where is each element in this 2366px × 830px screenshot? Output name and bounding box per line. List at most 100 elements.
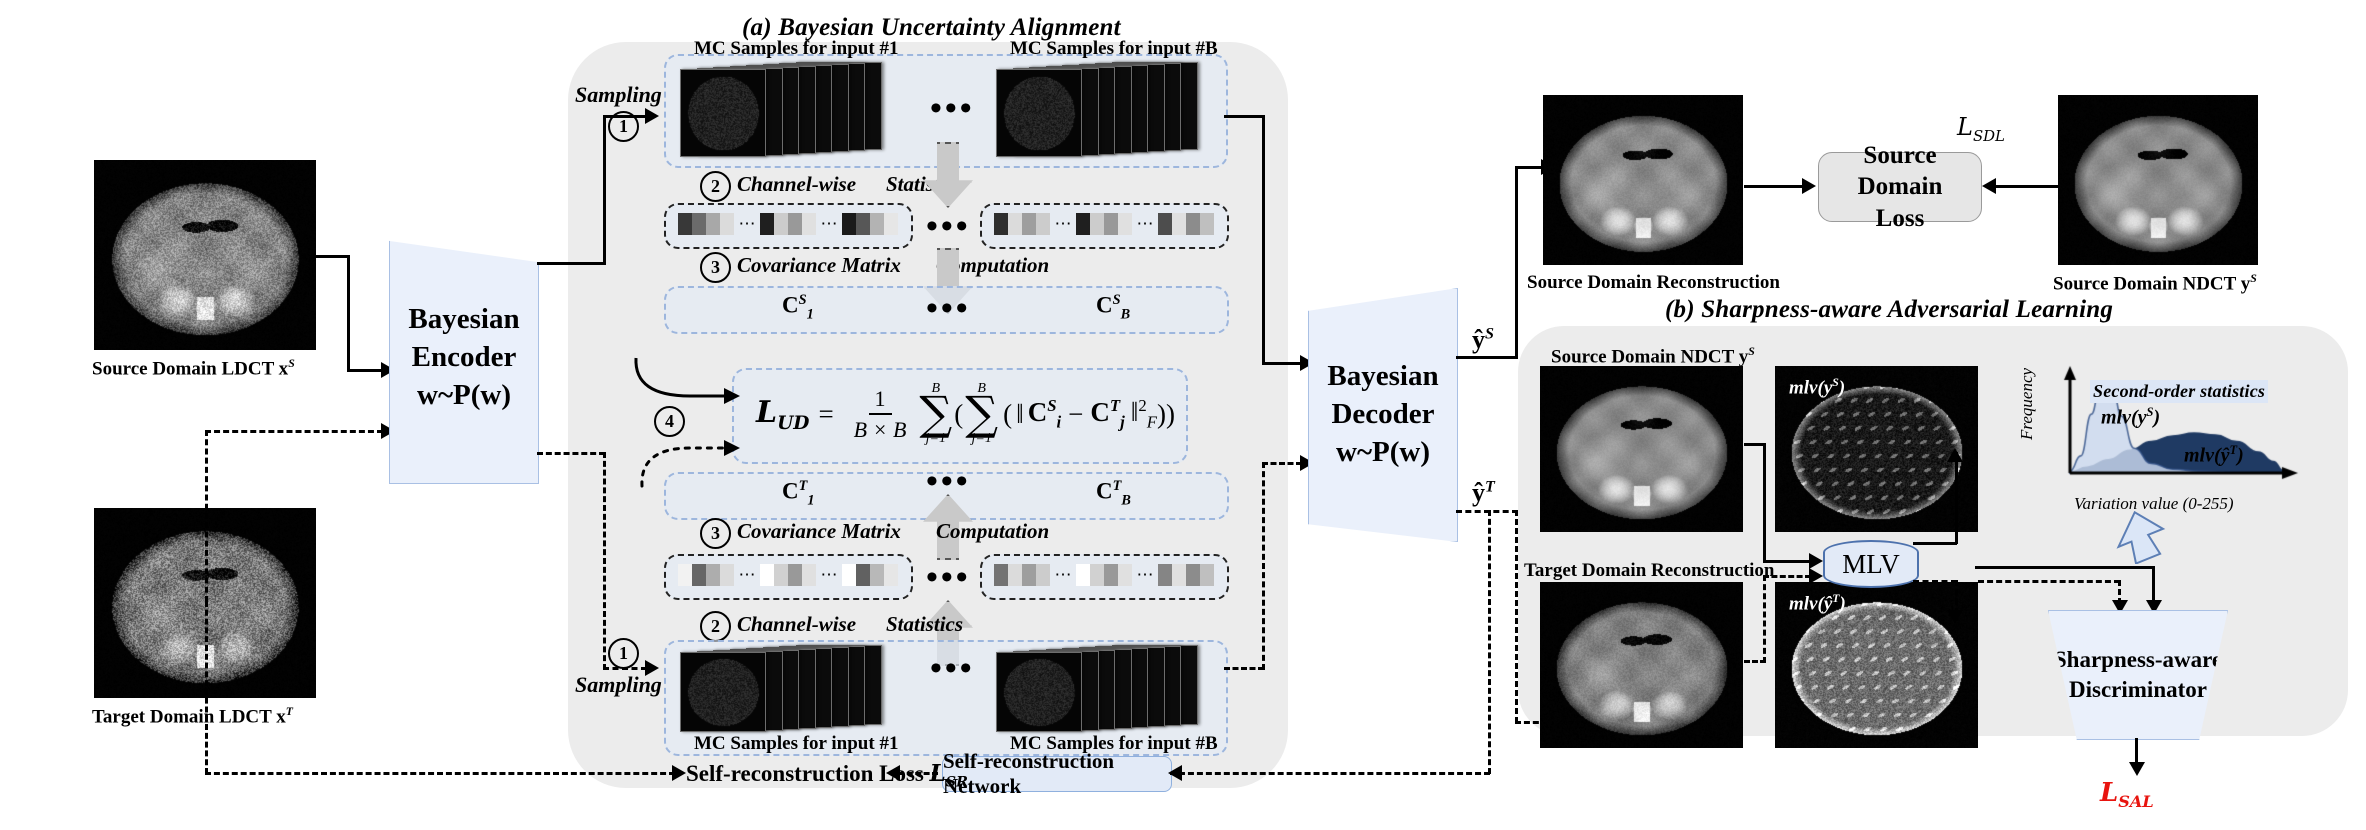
source-domain-reconstruction-label: Source Domain Reconstruction (1527, 272, 1780, 293)
cov-target-first: CT1 (782, 478, 814, 509)
bayesian-encoder[interactable]: Bayesian Encoder w~P(w) (389, 240, 539, 484)
mlvsrc-to-disc-h (1975, 566, 2155, 569)
src-input-line-h2 (347, 369, 383, 372)
tgtrecon-to-mlv-h2 (1763, 575, 1811, 578)
self-reconstruction-network-box[interactable]: Self-reconstruction Network (942, 749, 1172, 798)
channel-swatch (1076, 564, 1090, 586)
enc-out-top-v (603, 115, 606, 265)
cov-matrix-label-bottom: Covariance Matrix (737, 519, 901, 543)
sharpness-aware-discriminator[interactable]: Sharpness-aware Discriminator (2048, 610, 2228, 740)
tgt-input-line-h2 (205, 430, 383, 433)
channel-swatch (1008, 213, 1022, 235)
channel-swatch (842, 213, 856, 235)
cov-source-last-sup: S (1112, 292, 1121, 308)
mc-to-decoder-h (1224, 115, 1264, 118)
formula-minus: − (1068, 398, 1084, 429)
sr-loss-sub: SR (945, 774, 968, 791)
formula-sum1-bot: j=1 (925, 430, 946, 446)
bayesian-decoder[interactable]: Bayesian Decoder w~P(w) (1308, 288, 1458, 542)
cov-target-last: CTB (1096, 478, 1131, 509)
channel-swatch (720, 213, 734, 235)
chart-series-2-label: mlv(ŷT) (2184, 443, 2244, 468)
sal-source-ndct-image (1540, 366, 1743, 532)
mc-stack-target-first (680, 645, 882, 732)
mlv-to-tgt-v (1955, 580, 1958, 614)
yhat-s-label: ŷS (1472, 325, 1494, 355)
formula-ci-sup: S (1047, 395, 1057, 415)
yhat-s-sup: S (1485, 325, 1494, 343)
formula-loss-L: L (756, 394, 778, 430)
formula-loss-sub: UD (777, 412, 810, 434)
mc-sample-slice (680, 652, 766, 732)
srnet-in-arrow (1168, 765, 1182, 781)
formula-sum-2: B ∑ j=1 (965, 382, 998, 446)
channel-swatch (1076, 213, 1090, 235)
mc-samples-source-last-label: MC Samples for input #B (1010, 38, 1218, 59)
decoder-line-1: Bayesian (1327, 360, 1439, 393)
step-3-bottom: 3 (700, 518, 731, 549)
channel-ellipsis: ⋯ (1136, 214, 1154, 233)
mlv-node[interactable]: MLV (1823, 540, 1919, 588)
ndct-to-mlv-arrow (1809, 553, 1823, 569)
ndct-to-mlv-v (1763, 443, 1766, 563)
source-domain-loss-line1: Source Domain (1857, 142, 1943, 201)
sdl-loss-sub: SDL (1972, 126, 2005, 145)
mlv-target-close: ) (1839, 593, 1846, 615)
channel-swatch (1090, 213, 1104, 235)
mlv-source-label: mlv(yS) (1789, 376, 1845, 399)
chart-series-2-sup: T (2229, 443, 2238, 457)
dec-out-s-v (1515, 166, 1518, 358)
step-1-bottom: 1 (608, 638, 639, 669)
mct-to-decoder-h2 (1262, 462, 1302, 465)
channel-ellipsis: ⋯ (820, 214, 838, 233)
sal-source-ndct-text: Source Domain NDCT y (1551, 346, 1749, 368)
formula-frac-num: 1 (868, 386, 892, 415)
channel-swatch (1036, 213, 1050, 235)
step4-curve-solid (634, 357, 740, 404)
channel-wise-label-top: Channel-wise (737, 172, 857, 196)
channel-swatch (802, 564, 816, 586)
mc-sample-slice (680, 69, 766, 157)
source-domain-reconstruction-image (1543, 95, 1743, 265)
decoder-line-3: w~P(w) (1336, 435, 1430, 468)
tgt-input-line-v (205, 430, 208, 602)
sal-source-ndct-sup: S (1748, 345, 1755, 358)
mlvtgt-to-disc-h (1978, 580, 2120, 583)
channel-swatch (1022, 213, 1036, 235)
cov-source-last: CSB (1096, 292, 1130, 323)
channel-swatch (802, 213, 816, 235)
sampling-label-top: Sampling (575, 82, 662, 107)
discriminator-line-2: Discriminator (2069, 677, 2207, 702)
source-domain-ldct-sup: S (288, 357, 295, 370)
channel-swatch (856, 213, 870, 235)
formula-ci-sub: i (1056, 412, 1062, 432)
channel-swatch (678, 564, 692, 586)
mct-to-decoder-v (1262, 462, 1265, 670)
dec-out-s-h2 (1515, 166, 1543, 169)
mc-source-ellipsis: ••• (930, 90, 975, 127)
decoder-line-2: Decoder (1331, 398, 1435, 431)
cov-target-first-c: C (782, 478, 799, 504)
mlv-to-tgt-arrow (1947, 610, 1963, 624)
cov-matrix-label-top: Covariance Matrix (737, 253, 901, 277)
cov-target-first-sub: 1 (807, 492, 815, 509)
channel-swatch (760, 564, 774, 586)
cov-source-first-c: C (782, 292, 799, 318)
channel-wise-label-bottom: Channel-wise (737, 612, 857, 636)
mc-to-decoder-v (1262, 115, 1265, 365)
channel-swatch (692, 213, 706, 235)
chart-series-1-text: mlv(y (2101, 406, 2147, 429)
channel-swatch (774, 564, 788, 586)
step-2-top: 2 (700, 171, 731, 202)
channel-swatch (994, 213, 1008, 235)
channel-strip-target-ellipsis: ••• (926, 559, 971, 596)
channel-swatch (1104, 564, 1118, 586)
ndct-to-mlv-h2 (1763, 560, 1811, 563)
channel-swatch (856, 564, 870, 586)
source-domain-ndct-image (2058, 95, 2258, 265)
channel-swatch (1186, 213, 1200, 235)
channel-swatch (774, 213, 788, 235)
srloss-out-arrow (886, 765, 900, 781)
sal-loss-symbol: LSAL (2100, 778, 2154, 811)
source-domain-ldct-image (94, 160, 316, 350)
